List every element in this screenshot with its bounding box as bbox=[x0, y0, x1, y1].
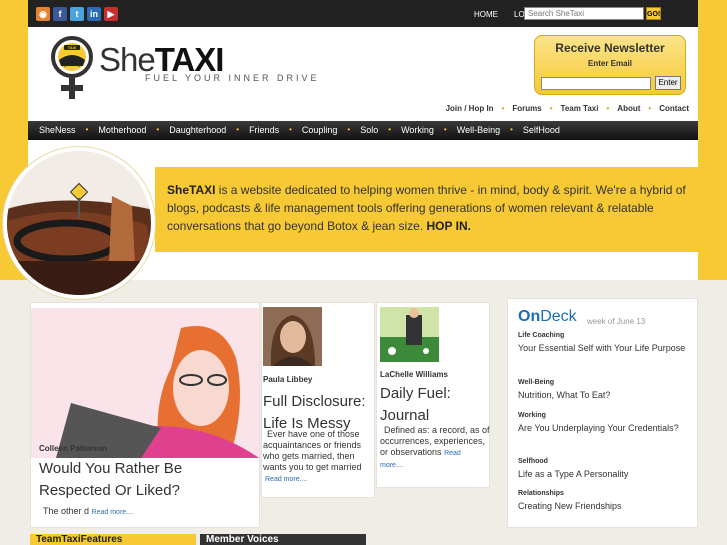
nav-join-link[interactable]: Join / Hop In bbox=[446, 104, 494, 113]
facebook-icon[interactable]: f bbox=[53, 7, 67, 21]
ondeck-item[interactable]: Well-Being Nutrition, What To Eat? bbox=[518, 379, 693, 402]
newsletter-box: Receive Newsletter Enter Email Enter bbox=[534, 35, 686, 95]
category-working[interactable]: Working bbox=[401, 125, 434, 135]
nav-team-taxi-link[interactable]: Team Taxi bbox=[561, 104, 599, 113]
tab-label: Member Voices bbox=[206, 534, 279, 545]
ondeck-title-deck: Deck bbox=[540, 308, 577, 325]
featured-post-card[interactable]: Colleen Patterson Would You Rather Be Re… bbox=[30, 302, 260, 528]
nav-home-link[interactable]: HOME bbox=[474, 10, 498, 19]
ondeck-item-title[interactable]: Nutrition, What To Eat? bbox=[518, 388, 693, 402]
search-go-button[interactable]: GO! bbox=[646, 7, 661, 20]
category-separator: • bbox=[510, 125, 513, 134]
author-photo bbox=[263, 307, 322, 366]
nav-separator: • bbox=[501, 104, 505, 113]
post-excerpt: The other d Read more.... bbox=[43, 506, 253, 518]
category-selfhood[interactable]: SelfHood bbox=[523, 125, 560, 135]
excerpt-text: The other d bbox=[43, 506, 90, 516]
search-input[interactable] bbox=[524, 7, 644, 20]
newsletter-email-field[interactable] bbox=[541, 77, 651, 90]
category-friends[interactable]: Friends bbox=[249, 125, 279, 135]
read-more-link[interactable]: Read more.... bbox=[263, 476, 307, 483]
category-separator: • bbox=[388, 125, 392, 134]
category-separator: • bbox=[443, 125, 447, 134]
read-more-link[interactable]: Read bbox=[444, 450, 461, 457]
ondeck-item[interactable]: Selfhood Life as a Type A Personality bbox=[518, 458, 693, 481]
ondeck-panel: OnDeck week of June 13 Life Coaching You… bbox=[507, 298, 698, 528]
tab-label: TeamTaxiFeatures bbox=[36, 534, 123, 545]
category-separator: • bbox=[347, 125, 351, 134]
social-links: ◉ f t in ▶ bbox=[36, 7, 118, 21]
category-well-being[interactable]: Well-Being bbox=[457, 125, 500, 135]
post-author[interactable]: Paula Libbey bbox=[263, 375, 312, 384]
hero-brand: SheTAXI bbox=[167, 183, 216, 197]
ondeck-category: Working bbox=[518, 412, 546, 419]
post-excerpt: Ever have one of those acquaintances or … bbox=[263, 429, 373, 485]
ondeck-item[interactable]: Life Coaching Your Essential Self with Y… bbox=[518, 332, 693, 355]
woman-illustration bbox=[31, 308, 259, 458]
hero-intro: SheTAXI is a website dedicated to helpin… bbox=[167, 181, 692, 235]
category-motherhood[interactable]: Motherhood bbox=[98, 125, 146, 135]
tab-team-taxi-features[interactable]: TeamTaxiFeatures bbox=[30, 534, 196, 545]
category-separator: • bbox=[236, 125, 240, 134]
tab-member-voices[interactable]: Member Voices bbox=[200, 534, 366, 545]
newsletter-title: Receive Newsletter bbox=[555, 41, 665, 55]
nav-separator: • bbox=[648, 104, 652, 113]
ondeck-category: Selfhood bbox=[518, 458, 548, 465]
ondeck-item-title[interactable]: Life as a Type A Personality bbox=[518, 467, 693, 481]
category-nav: SheNess • Motherhood • Daughterhood • Frien… bbox=[28, 121, 698, 140]
ondeck-week: week of June 13 bbox=[587, 317, 646, 326]
ondeck-item-title[interactable]: Your Essential Self with Your Life Purpo… bbox=[518, 341, 693, 355]
newsletter-enter-button[interactable]: Enter bbox=[655, 76, 681, 90]
journal-illustration bbox=[380, 307, 439, 362]
post-author[interactable]: Colleen Patterson bbox=[39, 444, 107, 453]
post-card[interactable]: Paula Libbey Full Disclosure: Life Is Me… bbox=[261, 302, 375, 498]
hop-in-link[interactable]: HOP IN. bbox=[427, 219, 471, 233]
ondeck-item[interactable]: Relationships Creating New Friendships bbox=[518, 490, 693, 513]
excerpt-text: Defined as: a record, as of occurrences,… bbox=[380, 425, 490, 457]
ondeck-category: Well-Being bbox=[518, 379, 555, 386]
nav-separator: • bbox=[549, 104, 553, 113]
secondary-nav: Join / Hop In • Forums • Team Taxi • Abo… bbox=[446, 104, 689, 113]
taxi-woman-logo-icon[interactable]: TAXI bbox=[50, 36, 94, 102]
excerpt-text: Ever have one of those acquaintances or … bbox=[263, 429, 362, 472]
category-sheness[interactable]: SheNess bbox=[39, 125, 76, 135]
nav-forums-link[interactable]: Forums bbox=[512, 104, 541, 113]
ondeck-item-title[interactable]: Are You Underplaying Your Credentials? bbox=[518, 421, 693, 435]
tagline: FUEL YOUR INNER DRIVE bbox=[145, 73, 320, 83]
ondeck-item[interactable]: Working Are You Underplaying Your Creden… bbox=[518, 412, 693, 435]
ondeck-title: OnDeck bbox=[518, 308, 577, 326]
category-separator: • bbox=[85, 125, 89, 134]
read-more-link-cont[interactable]: more.... bbox=[380, 462, 404, 469]
youtube-icon[interactable]: ▶ bbox=[104, 7, 118, 21]
ondeck-category: Relationships bbox=[518, 490, 564, 497]
category-separator: • bbox=[289, 125, 292, 134]
read-more-link[interactable]: Read more.... bbox=[92, 509, 134, 516]
post-author[interactable]: LaChelle Williams bbox=[380, 370, 448, 379]
ondeck-item-title[interactable]: Creating New Friendships bbox=[518, 499, 693, 513]
svg-text:TAXI: TAXI bbox=[68, 45, 77, 50]
post-card[interactable]: LaChelle Williams Daily Fuel: Journal De… bbox=[376, 302, 490, 488]
newsletter-subtitle: Enter Email bbox=[587, 59, 632, 68]
hero-photo bbox=[3, 147, 155, 299]
ondeck-title-on: On bbox=[518, 308, 541, 325]
category-solo[interactable]: Solo bbox=[360, 125, 378, 135]
ondeck-category: Life Coaching bbox=[518, 332, 565, 339]
nav-contact-link[interactable]: Contact bbox=[659, 104, 689, 113]
nav-about-link[interactable]: About bbox=[617, 104, 640, 113]
site-header: TAXI SheTAXI FUEL YOUR INNER DRIVE Recei… bbox=[28, 27, 698, 121]
twitter-icon[interactable]: t bbox=[70, 7, 84, 21]
category-separator: • bbox=[156, 125, 160, 134]
linkedin-icon[interactable]: in bbox=[87, 7, 101, 21]
post-title[interactable]: Would You Rather Be Respected Or Liked? bbox=[39, 458, 229, 502]
rss-icon[interactable]: ◉ bbox=[36, 7, 50, 21]
nav-separator: • bbox=[606, 104, 610, 113]
post-excerpt: Defined as: a record, as of occurrences,… bbox=[380, 425, 490, 471]
post-title[interactable]: Daily Fuel: Journal bbox=[380, 383, 490, 427]
category-coupling[interactable]: Coupling bbox=[302, 125, 338, 135]
category-daughterhood[interactable]: Daughterhood bbox=[169, 125, 226, 135]
